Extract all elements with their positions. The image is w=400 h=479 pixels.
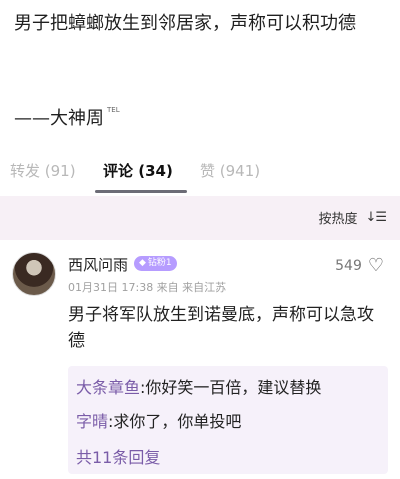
avatar[interactable] xyxy=(12,252,56,296)
comment-meta: 01月31日 17:38 来自 来自江苏 xyxy=(68,281,227,294)
post-text: 男子把蟑螂放生到邻居家，声称可以积功德 xyxy=(14,13,356,34)
like-count: 549 xyxy=(335,258,362,274)
tab-reposts[interactable]: 转发 (91) xyxy=(10,160,76,181)
diamond-icon: ◆ xyxy=(139,258,146,268)
sort-control[interactable]: 按热度 ↓☰ xyxy=(318,208,387,227)
post-byline: ——大神周 TEL xyxy=(14,104,120,130)
view-more-replies[interactable]: 共11条回复 xyxy=(76,444,160,468)
reply-text: :求你了，你单投吧 xyxy=(108,412,242,431)
fan-badge: ◆ 钻粉1 xyxy=(134,256,177,271)
reply-item[interactable]: 大条章鱼:你好笑一百倍，建议替换 xyxy=(76,374,321,398)
like-button[interactable]: 549 ♡ xyxy=(335,255,384,276)
tab-likes[interactable]: 赞 (941) xyxy=(200,160,260,181)
tab-comments[interactable]: 评论 (34) xyxy=(103,160,173,181)
comment-body: 男子将军队放生到诺曼底，声称可以急攻德 xyxy=(68,305,374,351)
badge-label: 钻粉1 xyxy=(147,258,172,268)
heart-icon: ♡ xyxy=(367,255,384,276)
reply-item[interactable]: 字晴:求你了，你单投吧 xyxy=(76,408,241,432)
tab-bar: 转发 (91) 评论 (34) 赞 (941) xyxy=(0,152,400,193)
reply-author[interactable]: 大条章鱼 xyxy=(76,378,140,397)
reply-box[interactable]: 大条章鱼:你好笑一百倍，建议替换 字晴:求你了，你单投吧 共11条回复 xyxy=(68,366,388,474)
active-tab-indicator xyxy=(95,190,187,193)
byline-superscript: TEL xyxy=(107,106,120,114)
sort-label: 按热度 xyxy=(318,212,358,227)
reply-text: :你好笑一百倍，建议替换 xyxy=(140,378,322,397)
reply-author[interactable]: 字晴 xyxy=(76,412,108,431)
sort-icon: ↓☰ xyxy=(365,210,387,225)
comment-username[interactable]: 西风问雨 xyxy=(68,254,128,275)
byline-text: ——大神周 xyxy=(14,108,104,129)
